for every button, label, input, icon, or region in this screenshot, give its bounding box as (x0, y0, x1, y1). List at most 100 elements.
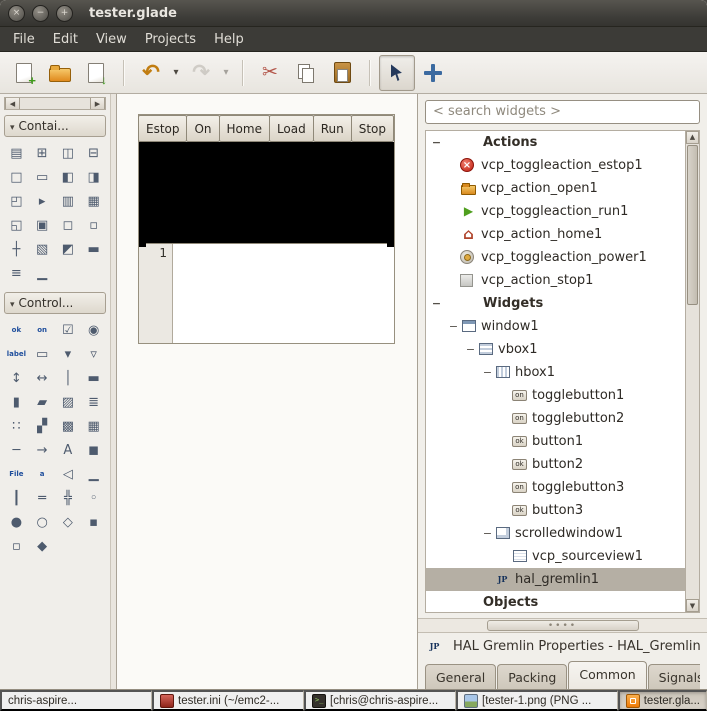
palette-statusbar[interactable]: ▁ (30, 263, 55, 283)
palette-widget-a[interactable]: ▫ (4, 536, 29, 556)
scrollbar-thumb[interactable] (687, 145, 698, 305)
palette-vscale[interactable]: │ (56, 368, 81, 388)
palette-vseparator[interactable]: ┃ (4, 488, 29, 508)
scroll-right-arrow-icon[interactable] (90, 98, 105, 109)
tree-row[interactable]: window1 (426, 315, 686, 338)
palette-viewport[interactable]: ◻ (56, 215, 81, 235)
palette-alignment[interactable]: ◱ (4, 215, 29, 235)
selection-handle-bottom-left[interactable] (139, 240, 146, 247)
tree-row[interactable]: vcp_toggleaction_estop1 (426, 154, 686, 177)
save-project-button[interactable] (78, 55, 114, 91)
design-window1[interactable]: Estop On Home Load Run Stop (138, 114, 395, 344)
palette-treeview[interactable]: ∷ (4, 416, 29, 436)
palette-widget-b[interactable]: ◆ (30, 536, 55, 556)
paste-button[interactable] (324, 55, 360, 91)
palette-curve[interactable]: ╬ (56, 488, 81, 508)
tree-row[interactable]: togglebutton1 (426, 384, 686, 407)
palette-section-controls[interactable]: Control... (4, 292, 106, 314)
palette-entry[interactable]: ▭ (30, 344, 55, 364)
design-button-run[interactable]: Run (313, 115, 352, 142)
source-edit-area[interactable] (173, 244, 394, 343)
taskbar-item-glade[interactable]: tester.gla... (618, 690, 707, 711)
taskbar-item-desktop[interactable]: chris-aspire... (0, 690, 152, 711)
palette-vpaned[interactable]: ◨ (81, 167, 106, 187)
undo-menu-button[interactable] (169, 55, 183, 91)
tree-row[interactable]: togglebutton3 (426, 476, 686, 499)
minimize-button[interactable]: − (32, 5, 49, 22)
palette-ruler[interactable]: ═ (30, 488, 55, 508)
menu-help[interactable]: Help (205, 29, 253, 50)
new-project-button[interactable] (6, 55, 42, 91)
palette-hbox[interactable]: ◫ (56, 143, 81, 163)
tree-row[interactable]: button3 (426, 499, 686, 522)
palette-colorbutton[interactable]: ◼ (81, 440, 106, 460)
tab-general[interactable]: General (425, 664, 496, 689)
tree-row[interactable]: Actions (426, 131, 686, 154)
open-project-button[interactable] (42, 55, 78, 91)
tab-common[interactable]: Common (568, 661, 646, 689)
palette-menubar[interactable]: ≡ (4, 263, 29, 283)
palette-textview[interactable]: ≣ (81, 392, 106, 412)
palette-gamma[interactable]: ◦ (81, 488, 106, 508)
palette-fixed[interactable]: ┼ (4, 239, 29, 259)
tree-row[interactable]: vcp_action_stop1 (426, 269, 686, 292)
titlebar[interactable]: × − + tester.glade (0, 0, 707, 27)
maximize-button[interactable]: + (56, 5, 73, 22)
undo-button[interactable] (133, 55, 169, 91)
tree-row[interactable]: Widgets (426, 292, 686, 315)
palette-hpaned[interactable]: ◧ (56, 167, 81, 187)
paned-handle-vertical[interactable] (110, 94, 117, 689)
palette-hbuttonbox[interactable]: ▥ (56, 191, 81, 211)
tree-row[interactable]: button1 (426, 430, 686, 453)
tree-row[interactable]: vbox1 (426, 338, 686, 361)
tree-row[interactable]: togglebutton2 (426, 407, 686, 430)
palette-filechooser[interactable]: File (4, 464, 29, 484)
menu-edit[interactable]: Edit (44, 29, 87, 50)
tree-row[interactable]: hal_gremlin1 (426, 568, 686, 591)
palette-combobox[interactable]: ▾ (56, 344, 81, 364)
taskbar-item-terminal[interactable]: [chris@chris-aspire... (304, 690, 456, 711)
palette-vscrollbar[interactable]: ▮ (4, 392, 29, 412)
palette-window[interactable]: □ (4, 167, 29, 187)
taskbar-item-tester-ini[interactable]: tester.ini (~/emc2-... (152, 690, 304, 711)
palette-table[interactable]: ⊞ (30, 143, 55, 163)
palette-notebook[interactable]: ▤ (4, 143, 29, 163)
paned-handle-horizontal[interactable] (418, 618, 707, 633)
palette-comboboxentry[interactable]: ▿ (81, 344, 106, 364)
tree-expander-icon[interactable] (481, 527, 494, 540)
palette-frame[interactable]: ▭ (30, 167, 55, 187)
tree-expander-icon[interactable] (464, 343, 477, 356)
widget-search-input[interactable] (425, 100, 700, 124)
tab-packing[interactable]: Packing (497, 664, 567, 689)
palette-progressbar[interactable]: ▰ (30, 392, 55, 412)
tree-row[interactable]: vcp_toggleaction_power1 (426, 246, 686, 269)
tree-expander-icon[interactable] (447, 320, 460, 333)
palette-eventbox[interactable]: ▫ (81, 215, 106, 235)
design-button-estop[interactable]: Estop (138, 115, 187, 142)
taskbar-item-png-viewer[interactable]: [tester-1.png (PNG ... (456, 690, 618, 711)
tree-row[interactable]: vcp_toggleaction_run1 (426, 200, 686, 223)
tree-expander-icon[interactable] (430, 297, 443, 310)
palette-vbuttonbox[interactable]: ▦ (81, 191, 106, 211)
design-button-load[interactable]: Load (269, 115, 314, 142)
scroll-down-arrow-icon[interactable] (686, 599, 699, 612)
selection-handle-bottom-right[interactable] (387, 240, 394, 247)
palette-led[interactable]: ○ (30, 512, 55, 532)
tree-row[interactable]: Objects (426, 591, 686, 612)
scroll-left-arrow-icon[interactable] (5, 98, 20, 109)
palette-layout[interactable]: ▧ (30, 239, 55, 259)
palette-label[interactable]: label (4, 344, 29, 364)
menu-view[interactable]: View (87, 29, 136, 50)
redo-menu-button[interactable] (219, 55, 233, 91)
palette-hscale[interactable]: ↔ (30, 368, 55, 388)
palette-volumebutton[interactable]: ◁ (56, 464, 81, 484)
palette-handlebox[interactable]: ◩ (56, 239, 81, 259)
menu-projects[interactable]: Projects (136, 29, 205, 50)
palette-hseparator[interactable]: ─ (4, 440, 29, 460)
palette-linkbutton[interactable]: a (30, 464, 55, 484)
palette-togglebutton[interactable]: on (30, 320, 55, 340)
palette-checkbutton[interactable]: ☑ (56, 320, 81, 340)
palette-bargraph[interactable]: ▪ (81, 512, 106, 532)
palette-meter[interactable]: ◇ (56, 512, 81, 532)
paned-grip[interactable] (487, 620, 639, 631)
